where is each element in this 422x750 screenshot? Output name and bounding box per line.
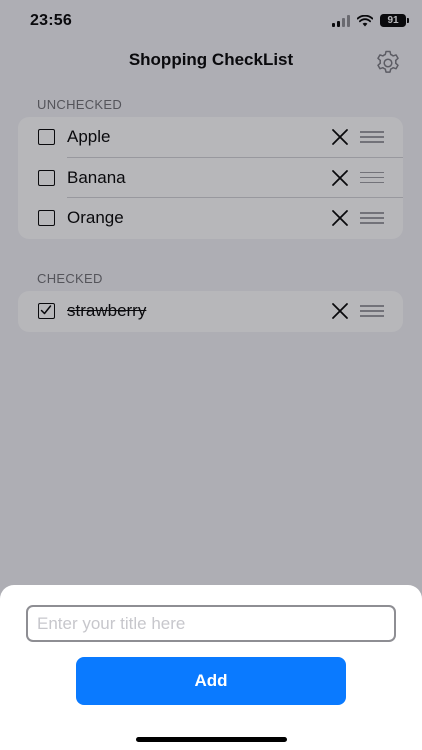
add-button[interactable]: Add: [76, 657, 346, 705]
home-indicator: [136, 737, 287, 742]
add-item-sheet: Add: [0, 585, 422, 750]
title-input[interactable]: [26, 605, 396, 642]
